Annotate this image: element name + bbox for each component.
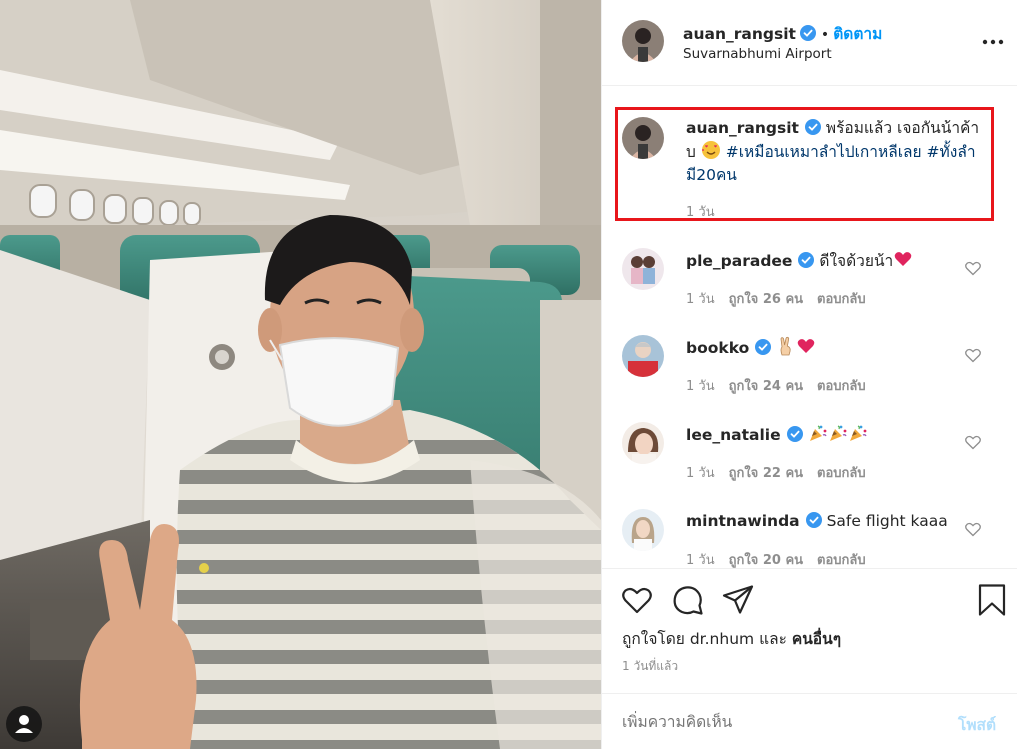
more-options-icon[interactable] [980,33,1006,51]
party-popper-emoji-icon [809,425,827,441]
verified-badge-icon [786,426,803,442]
comment-bubble-icon[interactable] [671,583,705,617]
verified-badge-icon [755,339,772,355]
post-header: auan_rangsit • ติดตาม Suvarnabhumi Airport [602,0,1017,86]
caption-time[interactable]: 1 วัน [686,205,715,220]
add-comment-input[interactable] [622,710,922,734]
commenter-username[interactable]: ple_paradee [686,252,792,270]
user-tag-icon[interactable] [6,706,42,742]
commenter-avatar[interactable] [622,248,664,290]
comment-like-count[interactable]: ถูกใจ 22 คน [729,466,803,481]
photo-airplane-cabin-selfie [0,0,601,749]
comment-meta: 1 วัน ถูกใจ 24 คน ตอบกลับ [686,375,880,396]
follow-button[interactable]: ติดตาม [833,25,882,43]
likes-and: และ [759,630,787,648]
reply-button[interactable]: ตอบกลับ [817,466,866,481]
caption-avatar[interactable] [622,117,664,159]
verified-badge-icon [799,25,816,41]
verified-badge-icon [798,252,815,268]
caption-body: auan_rangsit พร้อมแล้ว เจอกันน้าค้าบ #เห… [686,117,986,187]
commenter-username[interactable]: bookko [686,339,749,357]
likes-others-link[interactable]: คนอื่นๆ [792,630,841,648]
party-popper-emoji-icon [829,425,847,441]
comment-time[interactable]: 1 วัน [686,553,715,568]
author-username[interactable]: auan_rangsit [683,25,796,43]
comment-text: ดีใจด้วยน้า [819,252,894,270]
commenter-avatar[interactable] [622,509,664,551]
post-location[interactable]: Suvarnabhumi Airport [683,46,832,62]
commenter-username[interactable]: lee_natalie [686,426,781,444]
comment-like-heart-icon[interactable] [964,346,982,364]
comment-like-heart-icon[interactable] [964,520,982,538]
smiling-face-with-hearts-icon [701,141,720,159]
share-paper-plane-icon[interactable] [721,583,755,617]
post-sidebar: auan_rangsit • ติดตาม Suvarnabhumi Airport… [601,0,1017,749]
comment-time[interactable]: 1 วัน [686,292,715,307]
comment-body: lee_natalie [686,423,986,447]
heart-emoji-icon [894,252,912,266]
comment-like-heart-icon[interactable] [964,259,982,277]
comment-body: bookko [686,336,986,360]
reply-button[interactable]: ตอบกลับ [817,379,866,394]
comment-time[interactable]: 1 วัน [686,379,715,394]
commenter-username[interactable]: mintnawinda [686,512,800,530]
victory-hand-emoji-icon [780,336,791,356]
hashtag-link[interactable]: #เหมือนเหมาลำไปเกาหลีเลย [726,143,922,161]
caption-username[interactable]: auan_rangsit [686,119,799,137]
reply-button[interactable]: ตอบกลับ [817,553,866,568]
comment-body: ple_paradee ดีใจด้วยน้า [686,249,986,273]
separator-dot: • [820,27,830,43]
post-timestamp[interactable]: 1 วันที่แล้ว [622,657,678,676]
caption-meta: 1 วัน [686,201,729,222]
post-photo[interactable] [0,0,601,749]
commenter-avatar[interactable] [622,422,664,464]
heart-emoji-icon [797,339,815,353]
comment-text: Safe flight kaaa [826,512,948,530]
comment-meta: 1 วัน ถูกใจ 26 คน ตอบกลับ [686,288,880,309]
comment-meta: 1 วัน ถูกใจ 22 คน ตอบกลับ [686,462,880,483]
post-comment-button[interactable]: โพสต์ [958,712,996,737]
party-popper-emoji-icon [849,425,867,441]
post-actions: ถูกใจโดย dr.nhum และ คนอื่นๆ 1 วันที่แล้… [602,568,1017,749]
comment-like-count[interactable]: ถูกใจ 20 คน [729,553,803,568]
likes-summary: ถูกใจโดย dr.nhum และ คนอื่นๆ [622,626,841,651]
liked-by-user[interactable]: dr.nhum [690,630,754,648]
save-bookmark-icon[interactable] [975,583,1009,617]
verified-badge-icon [804,119,821,135]
verified-badge-icon [805,512,822,528]
comment-like-count[interactable]: ถูกใจ 26 คน [729,292,803,307]
add-comment-bar: โพสต์ [602,693,1017,749]
comment-body: mintnawinda Safe flight kaaa [686,510,986,533]
likes-prefix: ถูกใจโดย [622,630,685,648]
comment-meta: 1 วัน ถูกใจ 20 คน ตอบกลับ [686,549,880,570]
reply-button[interactable]: ตอบกลับ [817,292,866,307]
commenter-avatar[interactable] [622,335,664,377]
author-avatar[interactable] [622,20,664,62]
comment-like-count[interactable]: ถูกใจ 24 คน [729,379,803,394]
comment-like-heart-icon[interactable] [964,433,982,451]
comment-time[interactable]: 1 วัน [686,466,715,481]
like-heart-icon[interactable] [620,583,654,617]
